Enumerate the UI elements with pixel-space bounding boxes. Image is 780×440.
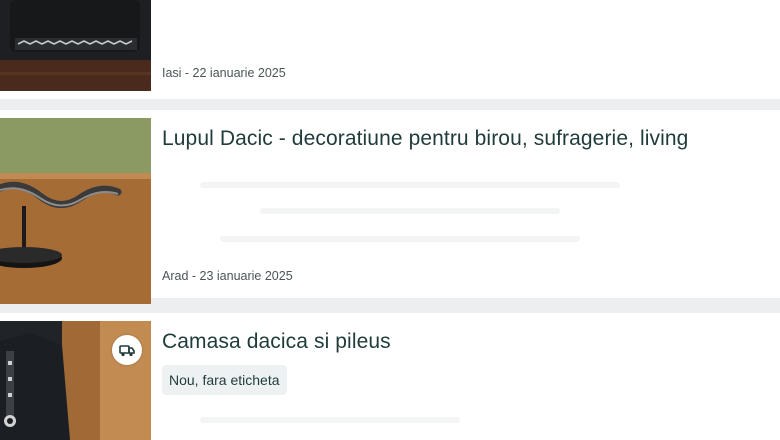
listing-thumbnail[interactable] bbox=[0, 118, 151, 304]
listing-card[interactable]: Lupul Dacic - decoratiune pentru birou, … bbox=[0, 110, 780, 304]
listing-thumbnail[interactable] bbox=[0, 321, 151, 440]
listing-title[interactable]: Camasa dacica si pileus bbox=[162, 330, 391, 354]
listing-results: Iasi - 22 ianuarie 2025 Lupul Dacic - de… bbox=[0, 0, 780, 440]
listing-location-date: Arad - 23 ianuarie 2025 bbox=[162, 269, 293, 283]
condition-badge: Nou, fara eticheta bbox=[162, 365, 287, 395]
listing-title[interactable]: Lupul Dacic - decoratiune pentru birou, … bbox=[162, 127, 688, 151]
placeholder-line bbox=[260, 208, 560, 214]
placeholder-line bbox=[220, 236, 580, 242]
placeholder-line bbox=[200, 417, 460, 423]
placeholder-line bbox=[200, 182, 620, 188]
listing-card[interactable]: Iasi - 22 ianuarie 2025 bbox=[0, 0, 780, 99]
wolf-figurine-image bbox=[0, 118, 151, 304]
embroidered-fabric-image bbox=[0, 0, 151, 91]
listing-thumbnail[interactable] bbox=[0, 0, 151, 91]
delivery-truck-icon bbox=[112, 335, 142, 365]
listing-card[interactable]: Camasa dacica si pileus Nou, fara etiche… bbox=[0, 313, 780, 440]
listing-location-date: Iasi - 22 ianuarie 2025 bbox=[162, 66, 286, 80]
